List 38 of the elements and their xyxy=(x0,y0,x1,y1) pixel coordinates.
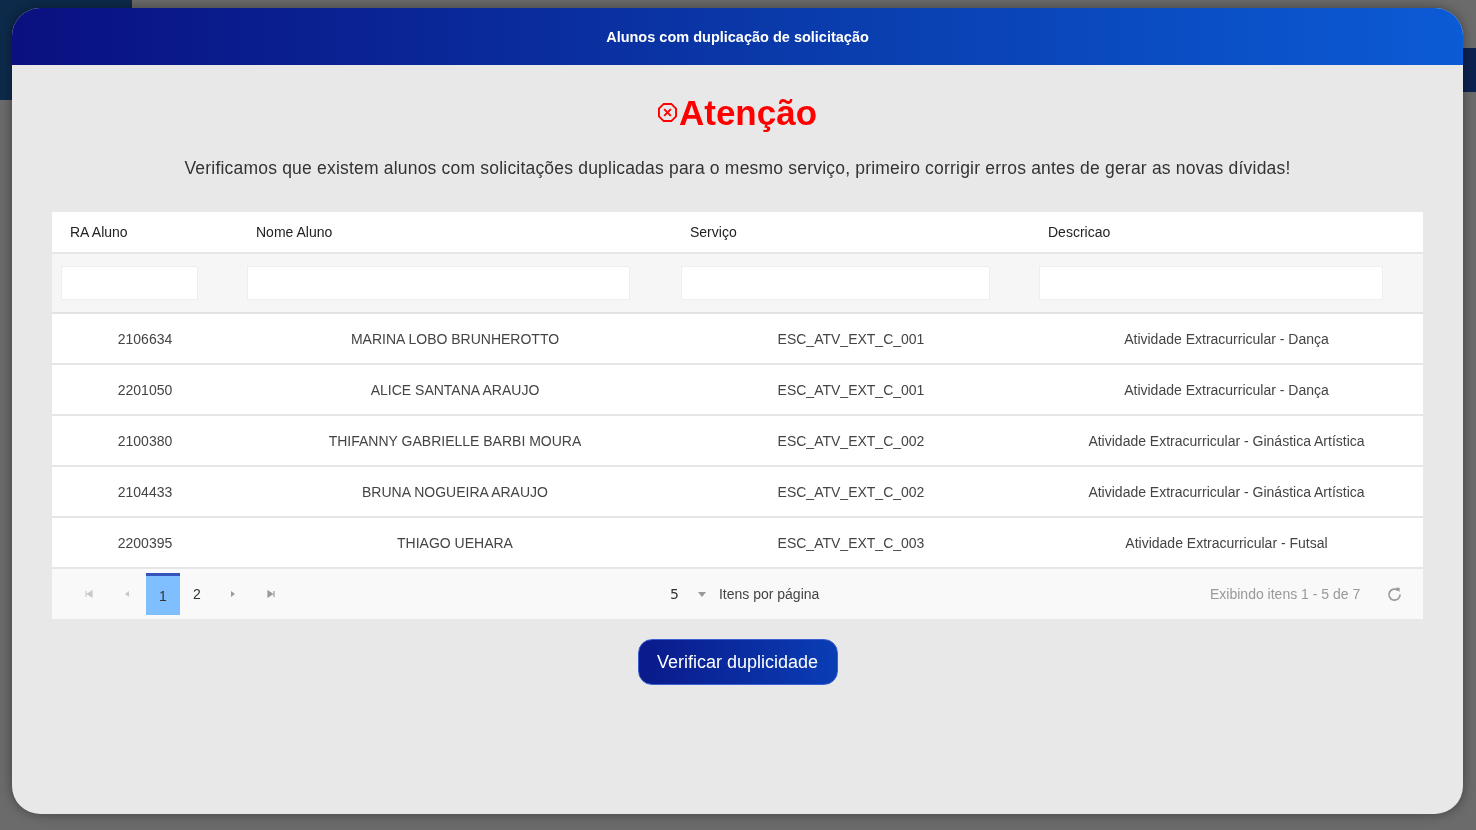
error-icon xyxy=(657,103,677,122)
page-size-label: Itens por página xyxy=(718,586,820,602)
table-cell-text: 2200395 xyxy=(116,534,174,551)
alert-heading: Atenção xyxy=(678,95,818,130)
table-cell-text: Atividade Extracurricular - Ginástica Artística xyxy=(1087,483,1366,500)
caret-icon xyxy=(696,589,707,599)
table-cell-text: Atividade Extracurricular - Dança xyxy=(1123,381,1330,398)
table-cell-text: THIFANNY GABRIELLE BARBI MOURA xyxy=(327,432,583,449)
column-header[interactable]: RA Aluno xyxy=(52,224,238,240)
table-cell-text: Atividade Extracurricular - Ginástica Artística xyxy=(1087,432,1366,449)
refresh-icon[interactable] xyxy=(1386,585,1404,603)
table-cell-text: ESC_ATV_EXT_C_003 xyxy=(776,534,926,551)
table-cell-text: ALICE SANTANA ARAUJO xyxy=(369,381,541,398)
table-cell-text: BRUNA NOGUEIRA ARAUJO xyxy=(361,483,549,500)
column-header[interactable]: Descricao xyxy=(1030,224,1423,240)
page-button[interactable]: 1 xyxy=(146,573,180,615)
last-page-icon[interactable] xyxy=(266,589,276,599)
table-cell-text: 2106634 xyxy=(116,330,174,347)
page-size-select[interactable]: 5 xyxy=(670,586,707,602)
table-cell-text: ESC_ATV_EXT_C_001 xyxy=(776,381,926,398)
table-cell-text: Atividade Extracurricular - Futsal xyxy=(1124,534,1329,551)
first-page-icon[interactable] xyxy=(84,589,94,599)
column-header[interactable]: Serviço xyxy=(672,224,1030,240)
dialog-title: Alunos com duplicação de solicitação xyxy=(606,28,869,45)
table-cell-text: 2100380 xyxy=(116,432,174,449)
page-button[interactable]: 2 xyxy=(180,573,214,615)
table-cell-text: ESC_ATV_EXT_C_002 xyxy=(776,432,926,449)
table-cell-text: ESC_ATV_EXT_C_002 xyxy=(776,483,926,500)
table-cell-text: ESC_ATV_EXT_C_001 xyxy=(776,330,926,347)
table-cell-text: Atividade Extracurricular - Dança xyxy=(1123,330,1330,347)
table-cell-text: 2104433 xyxy=(116,483,174,500)
table-cell-text: THIAGO UEHARA xyxy=(396,534,514,551)
column-header[interactable]: Nome Aluno xyxy=(238,224,672,240)
table-cell-text: 2201050 xyxy=(116,381,174,398)
table-cell-text: MARINA LOBO BRUNHEROTTO xyxy=(349,330,561,347)
alert-message: Verificamos que existem alunos com solicitações duplicadas para o mesmo serviço, primeiro corrigir erros antes de gerar as novas dívidas! xyxy=(184,158,1291,179)
verify-button[interactable]: Verificar duplicidade xyxy=(637,639,838,685)
pager-summary: Exibindo itens 1 - 5 de 7 xyxy=(1210,586,1361,602)
